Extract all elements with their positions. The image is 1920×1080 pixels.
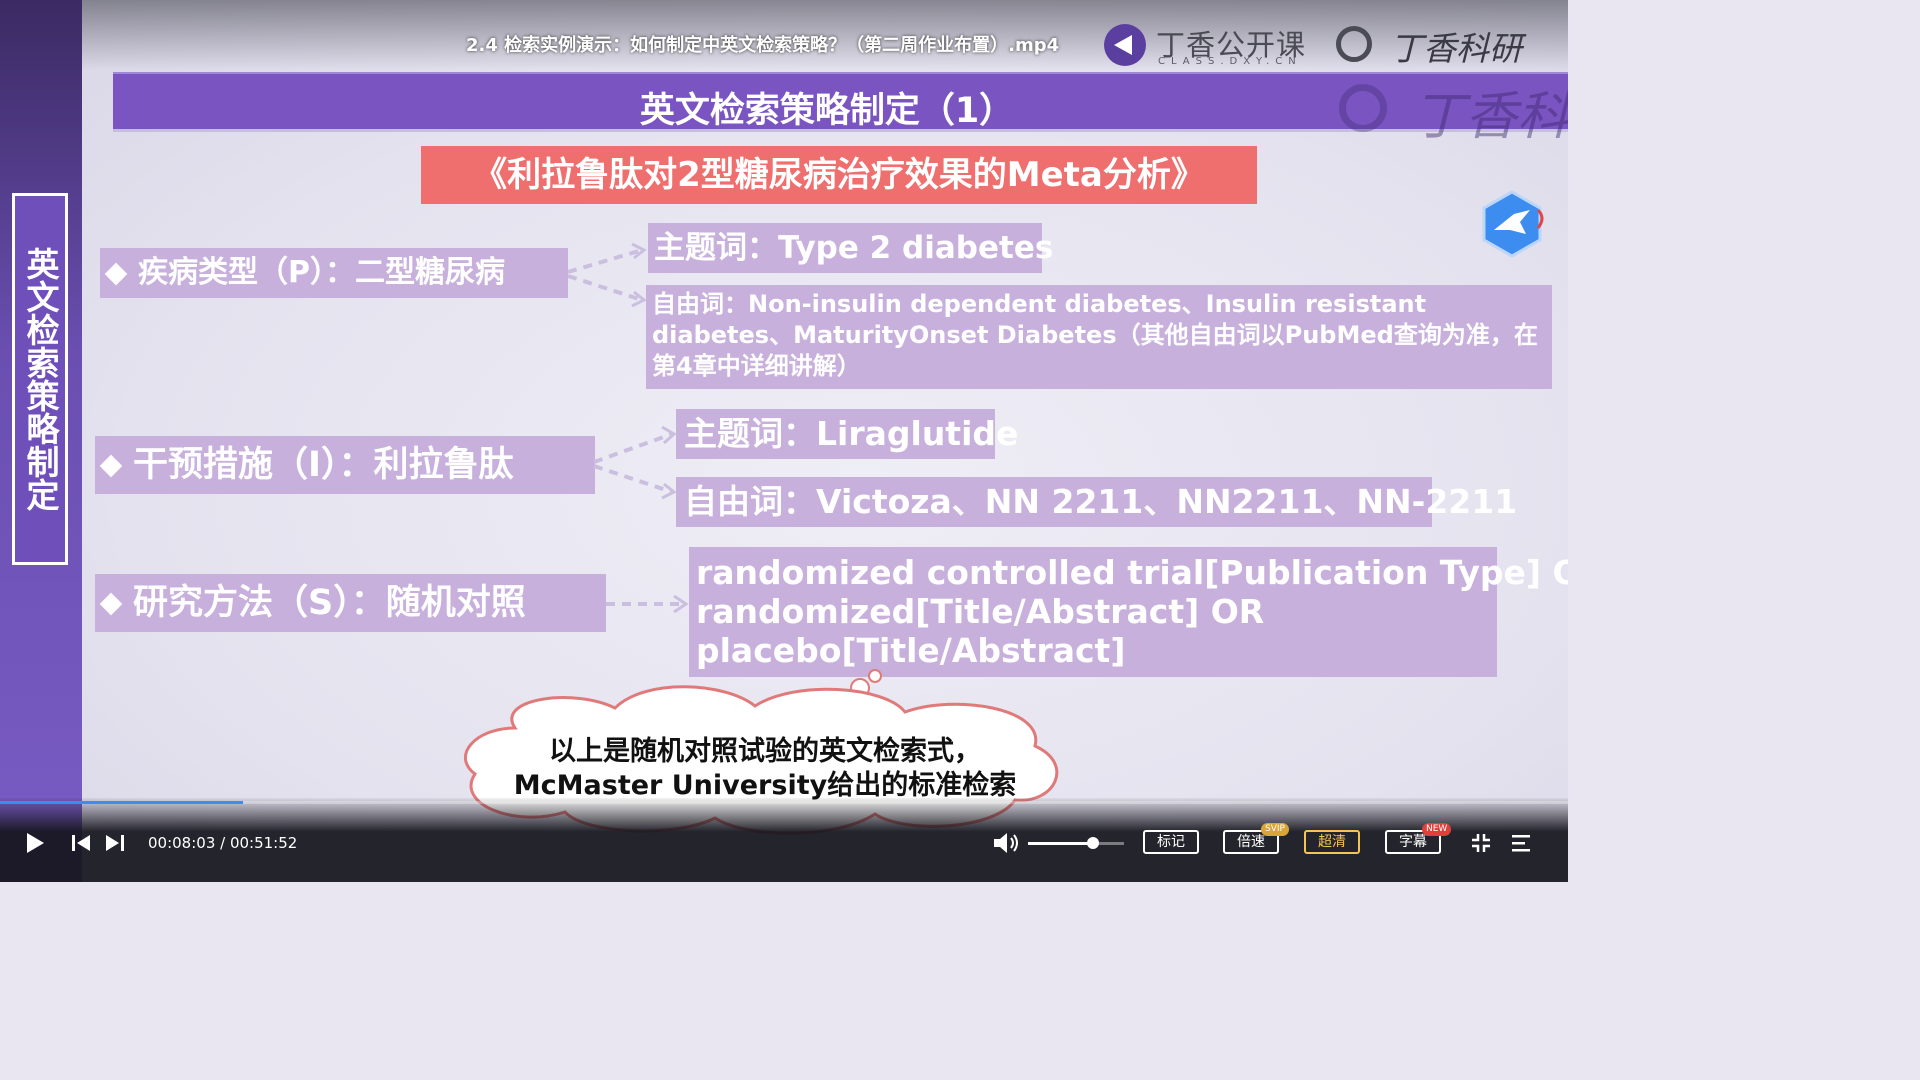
play-logo-icon [1104, 24, 1146, 66]
slide-title-bar: 丁香科研 英文检索策略制定（1） [113, 72, 1568, 147]
play-icon[interactable] [24, 831, 46, 855]
dashed-arrows-icon [593, 425, 677, 500]
new-badge: NEW [1422, 823, 1452, 836]
free-terms-population-line2: diabetes、MaturityOnset Diabetes（其他自由词以Pu… [652, 321, 1538, 349]
diamond-bullet-icon [104, 262, 128, 285]
pico-label-population-text: 疾病类型（P）：二型糖尿病 [138, 255, 505, 290]
pico-label-population: 疾病类型（P）：二型糖尿病 [100, 248, 568, 298]
next-icon[interactable] [104, 833, 126, 853]
free-terms-population-line3: 第4章中详细讲解） [652, 352, 861, 380]
free-terms-intervention: 自由词：Victoza、NN 2211、NN2211、NN-2211 [676, 477, 1517, 527]
vertical-side-title: 英文检索策略制定 [12, 193, 68, 565]
caption-line1: 以上是随机对照试验的英文检索式， [549, 736, 981, 767]
progress-bar-fill [0, 801, 244, 804]
magnifier-logo-icon [1336, 26, 1372, 62]
playlist-menu-icon[interactable] [1510, 833, 1532, 853]
subtitle-button-label: 字幕 [1399, 834, 1427, 850]
slide-title: 英文检索策略制定（1） [639, 91, 1015, 131]
mesh-term-intervention: 主题词：Liraglutide [676, 409, 1018, 459]
quality-button[interactable]: 超清 [1304, 830, 1360, 854]
dashed-arrow-icon [606, 594, 689, 614]
dxy-research-logo: 丁香科研 [1336, 22, 1546, 68]
pico-label-study-design: 研究方法（S）：随机对照 [95, 574, 606, 632]
video-title: 2.4 检索实例演示：如何制定中英文检索策略？（第二周作业布置）.mp4 [466, 35, 1060, 56]
speed-button-label: 倍速 [1237, 834, 1265, 850]
rct-query-line3: placebo[Title/Abstract] [696, 631, 1126, 670]
rct-query-line2: randomized[Title/Abstract] OR [696, 592, 1265, 631]
volume-icon[interactable] [992, 831, 1020, 855]
svip-badge: SVIP [1261, 823, 1289, 836]
exit-fullscreen-icon[interactable] [1470, 832, 1492, 854]
bird-badge-icon [1482, 190, 1544, 258]
dashed-arrows-icon [567, 242, 647, 308]
logo-brand-name: 丁香科研 [1390, 29, 1522, 68]
rct-query-line1: randomized controlled trial[Publication … [696, 553, 1568, 592]
pico-label-study-design-text: 研究方法（S）：随机对照 [133, 583, 526, 623]
rct-search-query: randomized controlled trial[Publication … [689, 547, 1568, 677]
pico-label-intervention-text: 干预措施（I）：利拉鲁肽 [133, 445, 514, 485]
playback-time: 00:08:03 / 00:51:52 [148, 834, 298, 852]
free-terms-population: 自由词：Non-insulin dependent diabetes、Insul… [646, 285, 1552, 389]
diamond-bullet-icon [99, 592, 123, 616]
diamond-bullet-icon [99, 454, 123, 478]
logo-class-sub: CLASS.DXY.CN [1158, 56, 1302, 67]
subtitle-caption: 以上是随机对照试验的英文检索式， McMaster University给出的标… [490, 735, 1040, 803]
mark-button[interactable]: 标记 [1143, 830, 1199, 854]
mesh-term-population: 主题词：Type 2 diabetes [648, 223, 1053, 273]
dxy-class-logo: 丁香公开课 CLASS.DXY.CN [1104, 22, 1314, 70]
previous-icon[interactable] [70, 833, 92, 853]
volume-slider-fill [1028, 842, 1094, 845]
pico-label-intervention: 干预措施（I）：利拉鲁肽 [95, 436, 595, 494]
paper-title: 《利拉鲁肽对2型糖尿病治疗效果的Meta分析》 [421, 146, 1257, 204]
free-terms-population-line1: 自由词：Non-insulin dependent diabetes、Insul… [652, 290, 1427, 318]
video-frame[interactable]: 英文检索策略制定 2.4 检索实例演示：如何制定中英文检索策略？（第二周作业布置… [0, 0, 1568, 882]
